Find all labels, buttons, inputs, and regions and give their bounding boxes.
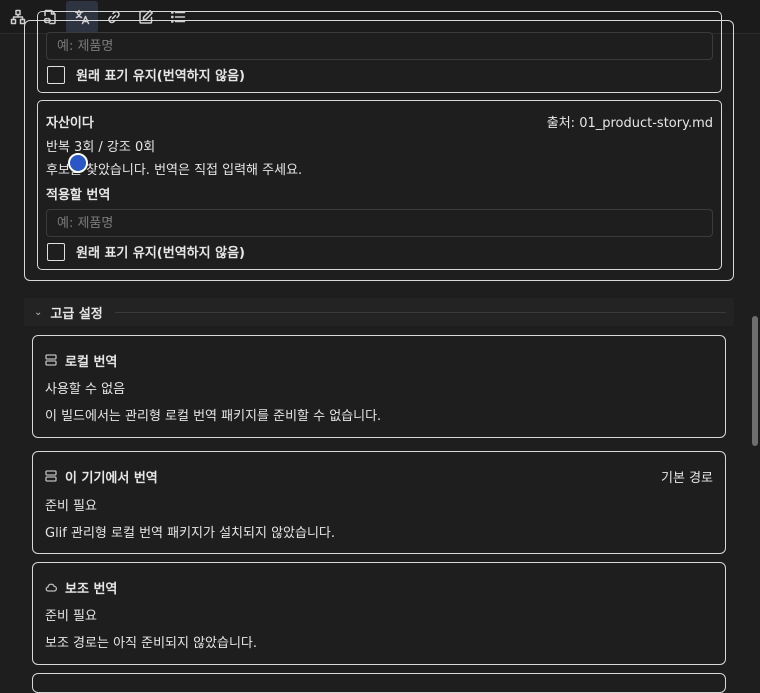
provider-status: 준비 필요 [45, 609, 97, 624]
provider-status: 사용할 수 없음 [45, 382, 126, 397]
keep-original-option[interactable]: 원래 표기 유지(번역하지 않음) [47, 65, 245, 84]
provider-description: 보조 경로는 아직 준비되지 않았습니다. [45, 636, 258, 651]
cloud-icon [45, 581, 58, 593]
server-icon [45, 354, 57, 366]
advanced-settings-title: 고급 설정 [50, 306, 103, 322]
provider-card[interactable] [32, 673, 726, 693]
provider-title: 보조 번역 [65, 582, 118, 597]
hierarchy-icon [10, 9, 26, 24]
keep-original-option[interactable]: 원래 표기 유지(번역하지 않음) [47, 242, 245, 261]
server-icon [45, 470, 57, 482]
term-card: 자산이다 출처: 01_product-story.md 반복 3회 / 강조 … [37, 100, 722, 270]
keep-original-checkbox[interactable] [47, 65, 65, 84]
provider-card-local[interactable]: 로컬 번역 사용할 수 없음 이 빌드에서는 관리형 로컬 번역 패키지를 준비… [32, 335, 726, 438]
translation-input[interactable] [46, 209, 713, 237]
advanced-settings-toggle[interactable]: ⌄ 고급 설정 [24, 298, 734, 326]
term-source: 출처: 01_product-story.md [546, 116, 713, 131]
provider-description: Glif 관리형 로컬 번역 패키지가 설치되지 않았습니다. [45, 526, 336, 541]
keep-original-label: 원래 표기 유지(번역하지 않음) [76, 69, 245, 84]
keep-original-label: 원래 표기 유지(번역하지 않음) [76, 246, 245, 261]
provider-card-on-device[interactable]: 이 기기에서 번역 기본 경로 준비 필요 Glif 관리형 로컬 번역 패키지… [32, 451, 726, 554]
chevron-down-icon: ⌄ [34, 306, 43, 318]
default-route-badge: 기본 경로 [661, 471, 713, 486]
scrollbar[interactable] [752, 316, 758, 446]
provider-card-fallback[interactable]: 보조 번역 준비 필요 보조 경로는 아직 준비되지 않았습니다. [32, 562, 726, 665]
provider-description: 이 빌드에서는 관리형 로컬 번역 패키지를 준비할 수 없습니다. [45, 409, 382, 424]
term-counts: 반복 3회 / 강조 0회 [46, 140, 156, 155]
keep-original-checkbox[interactable] [47, 242, 65, 261]
term-title: 자산이다 [46, 116, 94, 131]
provider-title: 이 기기에서 번역 [65, 471, 158, 486]
translation-input[interactable] [46, 32, 713, 60]
glossary-candidates-panel: 원래 표기 유지(번역하지 않음) 자산이다 출처: 01_product-st… [24, 11, 734, 281]
term-card: 원래 표기 유지(번역하지 않음) [37, 11, 722, 93]
provider-title: 로컬 번역 [65, 355, 118, 370]
pointer-indicator [68, 153, 88, 173]
provider-status: 준비 필요 [45, 499, 97, 514]
apply-translation-label: 적용할 번역 [46, 188, 111, 203]
divider [114, 311, 726, 313]
